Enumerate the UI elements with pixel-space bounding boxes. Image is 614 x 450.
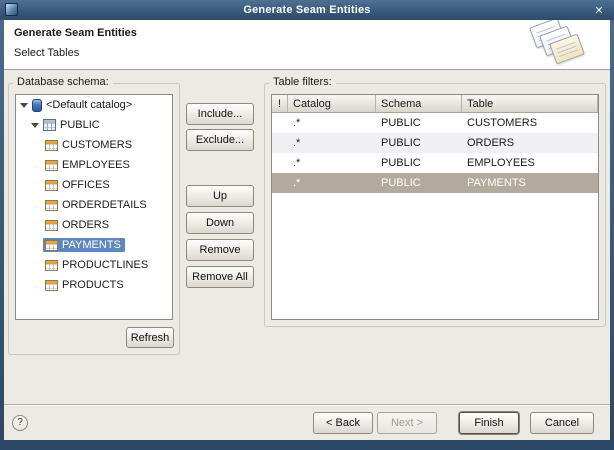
remove-all-button[interactable]: Remove All xyxy=(186,266,254,288)
filter-row-employees[interactable]: .* PUBLIC EMPLOYEES xyxy=(272,153,598,173)
help-button[interactable]: ? xyxy=(12,415,28,431)
dialog-body: Generate Seam Entities Select Tables Dat… xyxy=(4,20,610,440)
tree-item-payments[interactable]: PAYMENTS xyxy=(16,235,172,255)
tree-item-products[interactable]: PRODUCTS xyxy=(16,275,172,295)
cancel-button[interactable]: Cancel xyxy=(530,412,594,434)
filter-row-customers[interactable]: .* PUBLIC CUSTOMERS xyxy=(272,113,598,133)
title-bar: Generate Seam Entities ✕ xyxy=(0,0,614,20)
tree-item-orders[interactable]: ORDERS xyxy=(16,215,172,235)
exclude-button[interactable]: Exclude... xyxy=(186,129,254,151)
tree-item-productlines[interactable]: PRODUCTLINES xyxy=(16,255,172,275)
table-icon xyxy=(45,280,58,291)
catalog-icon xyxy=(32,99,42,112)
expander-icon[interactable] xyxy=(18,103,30,108)
include-button[interactable]: Include... xyxy=(186,103,254,125)
next-button: Next > xyxy=(377,412,437,434)
schema-tree: <Default catalog> PUBLIC CUSTOMERS xyxy=(15,94,173,320)
tree-item-default-catalog[interactable]: <Default catalog> xyxy=(16,95,172,115)
table-filters-group: Table filters: ! Catalog Schema Table .*… xyxy=(264,83,606,327)
window-title: Generate Seam Entities xyxy=(0,4,614,16)
tree-item-public[interactable]: PUBLIC xyxy=(16,115,172,135)
wizard-content: Database schema: <Default catalog> PUBLI… xyxy=(4,71,610,404)
finish-button[interactable]: Finish xyxy=(459,412,519,434)
wizard-header: Generate Seam Entities Select Tables xyxy=(4,20,610,70)
button-bar: ? < Back Next > Finish Cancel xyxy=(4,404,610,440)
column-header-schema[interactable]: Schema xyxy=(376,95,462,112)
remove-button[interactable]: Remove xyxy=(186,239,254,261)
table-filters-label: Table filters: xyxy=(269,76,336,88)
tree-item-offices[interactable]: OFFICES xyxy=(16,175,172,195)
column-header-catalog[interactable]: Catalog xyxy=(288,95,376,112)
dialog-window: Generate Seam Entities ✕ Generate Seam E… xyxy=(0,0,614,450)
schema-icon xyxy=(43,119,56,131)
wizard-subtitle: Select Tables xyxy=(14,47,79,59)
expander-icon[interactable] xyxy=(29,123,41,128)
column-header-flag[interactable]: ! xyxy=(272,95,288,112)
database-schema-label: Database schema: xyxy=(13,76,113,88)
filters-table-header: ! Catalog Schema Table xyxy=(272,95,598,113)
column-header-table[interactable]: Table xyxy=(462,95,598,112)
filters-table: ! Catalog Schema Table .* PUBLIC CUSTOME… xyxy=(271,94,599,320)
table-icon xyxy=(45,200,58,211)
filter-row-payments[interactable]: .* PUBLIC PAYMENTS xyxy=(272,173,598,193)
tree-item-orderdetails[interactable]: ORDERDETAILS xyxy=(16,195,172,215)
database-schema-group: Database schema: <Default catalog> PUBLI… xyxy=(8,83,180,355)
close-icon[interactable]: ✕ xyxy=(591,2,607,18)
tree-item-customers[interactable]: CUSTOMERS xyxy=(16,135,172,155)
filter-row-orders[interactable]: .* PUBLIC ORDERS xyxy=(272,133,598,153)
back-button[interactable]: < Back xyxy=(313,412,373,434)
table-icon xyxy=(45,240,58,251)
table-icon xyxy=(45,160,58,171)
tree-item-employees[interactable]: EMPLOYEES xyxy=(16,155,172,175)
wizard-banner-icon xyxy=(524,22,594,68)
table-icon xyxy=(45,140,58,151)
table-icon xyxy=(45,260,58,271)
refresh-button[interactable]: Refresh xyxy=(126,327,174,348)
wizard-title: Generate Seam Entities xyxy=(14,27,137,39)
table-icon xyxy=(45,220,58,231)
up-button[interactable]: Up xyxy=(186,185,254,207)
table-icon xyxy=(45,180,58,191)
down-button[interactable]: Down xyxy=(186,212,254,234)
